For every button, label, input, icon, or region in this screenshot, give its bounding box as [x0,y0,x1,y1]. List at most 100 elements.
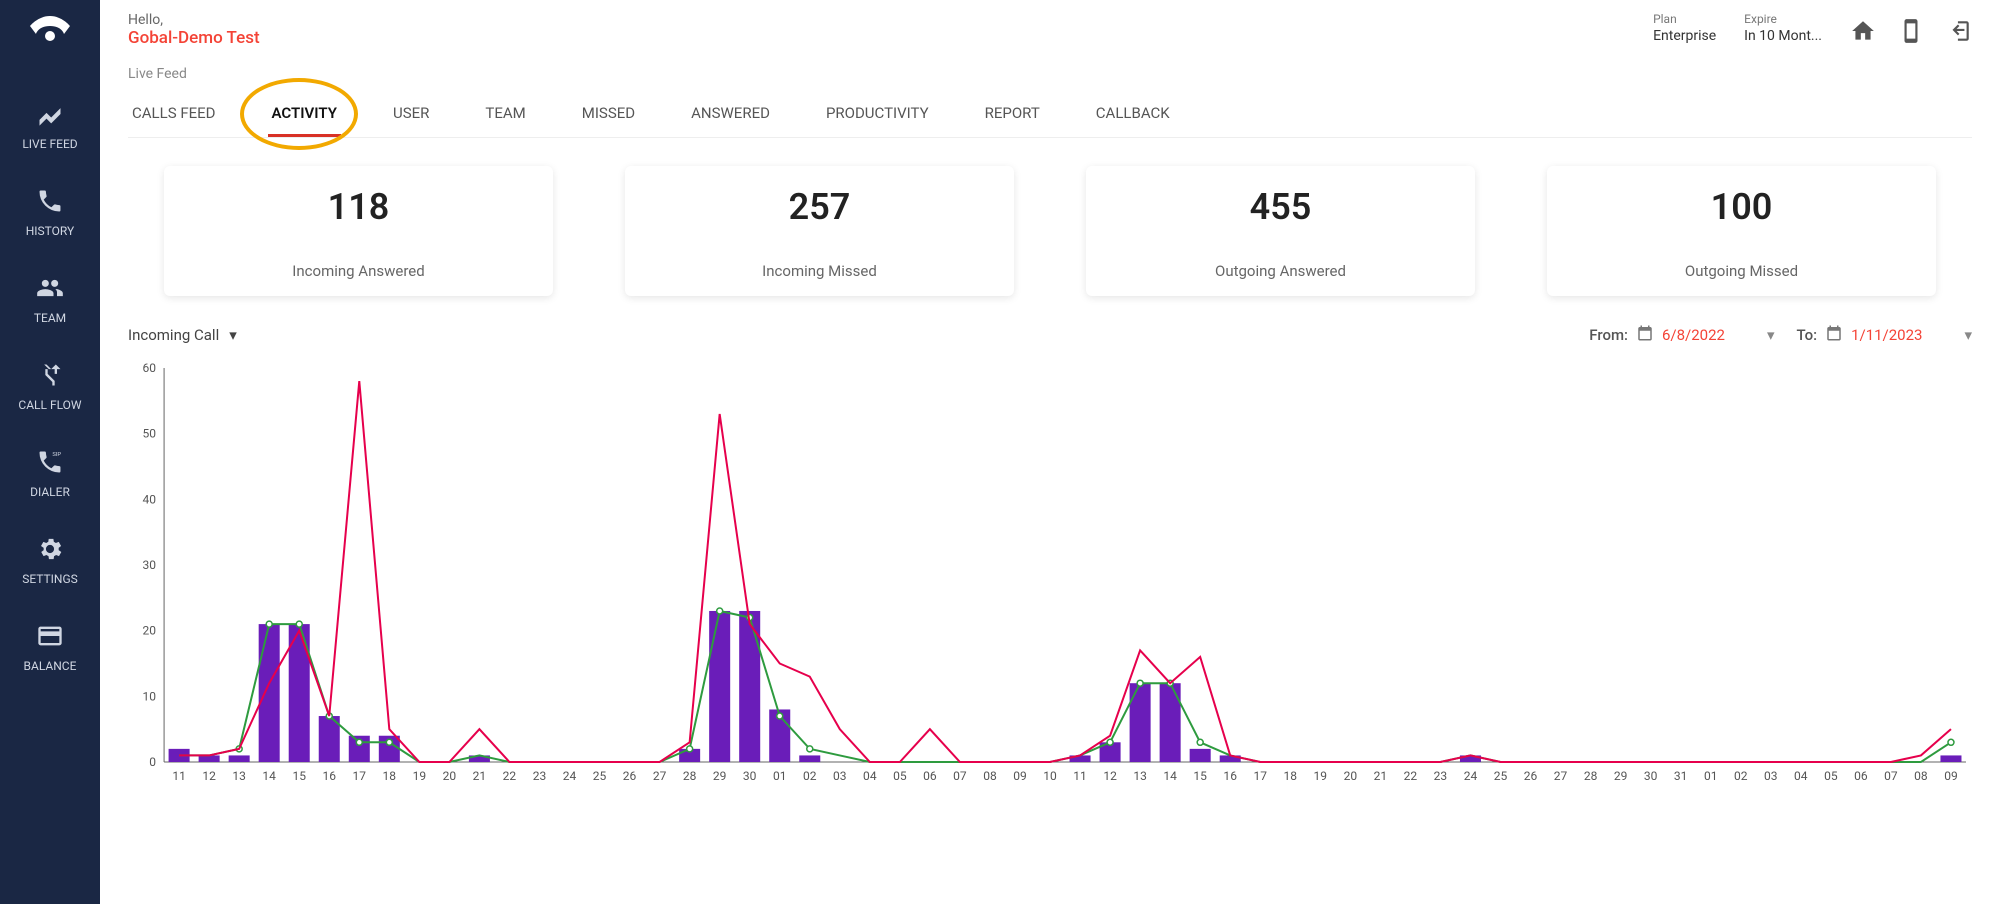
sidebar-item-label: HISTORY [26,224,75,238]
svg-text:23: 23 [1434,769,1448,783]
sidebar-item-live-feed[interactable]: LIVE FEED [18,82,81,169]
from-date[interactable]: 6/8/2022 [1662,326,1725,344]
svg-text:13: 13 [232,769,246,783]
svg-text:28: 28 [1584,769,1598,783]
svg-text:16: 16 [1223,769,1237,783]
tab-answered[interactable]: ANSWERED [687,92,774,137]
greeting: Hello, Gobal-Demo Test [128,12,260,48]
hello-text: Hello, [128,12,260,28]
plan-label: Plan [1653,12,1716,26]
tab-activity[interactable]: ACTIVITY [268,92,341,137]
stat-label: Outgoing Answered [1096,262,1465,280]
svg-text:08: 08 [983,769,997,783]
to-label: To: [1796,326,1817,344]
stat-value: 455 [1096,186,1465,228]
chevron-down-icon[interactable]: ▾ [1767,326,1775,344]
expire-label: Expire [1744,12,1822,26]
svg-text:26: 26 [1524,769,1538,783]
home-icon[interactable] [1850,18,1876,48]
svg-text:20: 20 [143,624,157,638]
svg-text:11: 11 [172,769,186,783]
svg-text:18: 18 [383,769,397,783]
svg-text:24: 24 [563,769,577,783]
people-icon [36,274,64,311]
svg-text:13: 13 [1133,769,1147,783]
svg-text:19: 19 [413,769,427,783]
svg-text:07: 07 [953,769,967,783]
svg-text:0: 0 [149,755,156,769]
svg-text:07: 07 [1884,769,1898,783]
svg-text:19: 19 [1314,769,1328,783]
svg-text:22: 22 [503,769,517,783]
user-name: Gobal-Demo Test [128,28,260,48]
svg-text:40: 40 [143,492,157,506]
stat-value: 257 [635,186,1004,228]
svg-text:09: 09 [1944,769,1958,783]
svg-text:17: 17 [353,769,367,783]
stat-card-incoming-missed: 257 Incoming Missed [625,166,1014,296]
svg-text:29: 29 [713,769,727,783]
expire-value: In 10 Mont... [1744,28,1822,44]
sidebar-item-dialer[interactable]: SIPDIALER [18,430,81,517]
sidebar-item-label: TEAM [34,311,66,325]
gear-icon [36,535,64,572]
svg-text:16: 16 [322,769,336,783]
svg-text:28: 28 [683,769,697,783]
svg-text:15: 15 [292,769,306,783]
svg-text:09: 09 [1013,769,1027,783]
svg-text:27: 27 [1554,769,1568,783]
svg-text:02: 02 [803,769,817,783]
svg-text:20: 20 [1344,769,1358,783]
sidebar-item-balance[interactable]: BALANCE [18,604,81,691]
to-date[interactable]: 1/11/2023 [1851,326,1922,344]
svg-text:01: 01 [773,769,787,783]
sidebar-item-history[interactable]: HISTORY [18,169,81,256]
tab-callback[interactable]: CALLBACK [1092,92,1174,137]
svg-text:30: 30 [743,769,757,783]
svg-text:60: 60 [143,361,157,375]
stat-label: Incoming Missed [635,262,1004,280]
svg-text:14: 14 [262,769,276,783]
svg-text:23: 23 [533,769,547,783]
sidebar-item-label: LIVE FEED [22,137,77,151]
tab-bar: CALLS FEED ACTIVITY USER TEAM MISSED ANSWERED… [128,92,1972,138]
svg-text:10: 10 [143,689,157,703]
svg-text:50: 50 [143,427,157,441]
stat-value: 100 [1557,186,1926,228]
header: Hello, Gobal-Demo Test Plan Enterprise E… [128,12,1972,48]
app-logo-icon [28,12,72,52]
plan-block: Plan Enterprise [1653,12,1716,44]
stat-card-outgoing-missed: 100Outgoing Missed [1547,166,1936,296]
svg-text:24: 24 [1464,769,1478,783]
calendar-icon[interactable] [1636,324,1654,346]
tab-calls-feed[interactable]: CALLS FEED [128,92,220,137]
logout-icon[interactable] [1946,18,1972,48]
svg-text:10: 10 [1043,769,1057,783]
sidebar-item-label: CALL FLOW [18,398,81,412]
svg-text:25: 25 [1494,769,1508,783]
tab-user[interactable]: USER [389,92,433,137]
stat-card-incoming-answered: 118Incoming Answered [164,166,553,296]
sidebar-item-call-flow[interactable]: CALL FLOW [18,343,81,430]
chevron-down-icon[interactable]: ▾ [1964,326,1972,344]
svg-text:08: 08 [1914,769,1928,783]
sidebar-item-team[interactable]: TEAM [18,256,81,343]
tab-missed[interactable]: MISSED [578,92,639,137]
activity-chart: 0102030405060111213141516171819202122232… [128,360,1972,794]
svg-text:03: 03 [833,769,847,783]
sidebar-item-settings[interactable]: SETTINGS [18,517,81,604]
tab-report[interactable]: REPORT [981,92,1044,137]
calendar-icon[interactable] [1825,324,1843,346]
filter-row: Incoming Call ▾ From: 6/8/2022 ▾ To: 1/1… [128,324,1972,346]
svg-text:04: 04 [1794,769,1808,783]
tab-productivity[interactable]: PRODUCTIVITY [822,92,933,137]
svg-text:12: 12 [1103,769,1117,783]
tab-team[interactable]: TEAM [481,92,529,137]
svg-text:29: 29 [1614,769,1628,783]
svg-text:SIP: SIP [52,452,61,458]
svg-text:26: 26 [623,769,637,783]
svg-text:03: 03 [1764,769,1778,783]
mobile-icon[interactable] [1898,18,1924,48]
page-subtitle: Live Feed [128,66,1972,82]
call-type-dropdown[interactable]: Incoming Call ▾ [128,326,237,344]
